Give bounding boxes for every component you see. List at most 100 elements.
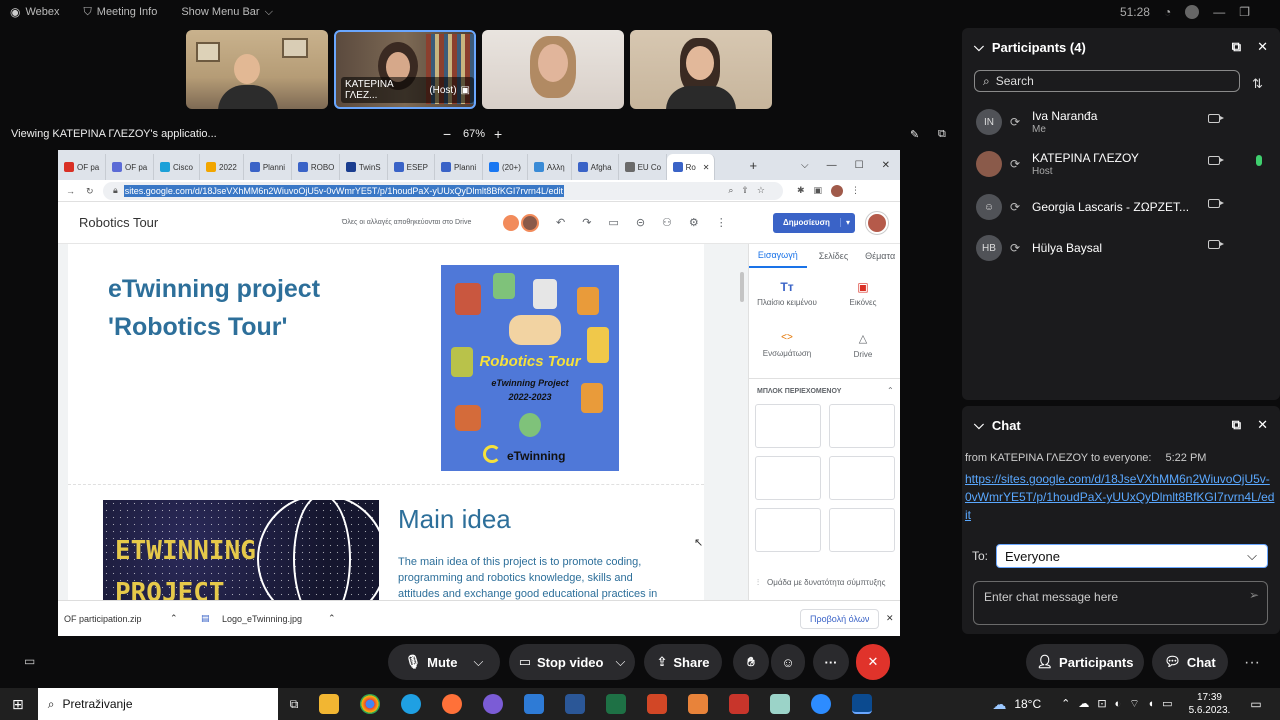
chevron-down-icon[interactable]: ⌵ [974, 39, 984, 55]
taskbar-search-input[interactable]: ⌕ Pretraživanje [37, 688, 278, 720]
camera-icon[interactable] [1208, 156, 1224, 165]
zoom-in-button[interactable]: + [494, 126, 502, 142]
browser-tab[interactable]: ROBO [292, 154, 340, 180]
chevron-down-icon[interactable]: ⌵ [801, 160, 809, 171]
browser-tab[interactable]: Cisco [154, 154, 201, 180]
chat-message-link[interactable]: https://sites.google.com/d/18JseVXhMM6n2… [965, 470, 1275, 524]
video-thumbnail-3[interactable] [482, 30, 624, 109]
toolbar-icons[interactable]: ↶↷▭⊝⚇⚙⋮ [556, 216, 744, 229]
browser-tab[interactable]: 2022 [200, 154, 244, 180]
url-field[interactable]: 🔒︎ sites.google.com/d/18JseVXhMM6n2Wiuvo… [103, 181, 783, 200]
close-icon[interactable]: ✕ [1257, 417, 1268, 433]
show-all-button[interactable]: Προβολή όλων [800, 608, 880, 629]
tab-themes[interactable]: Θέματα [860, 251, 900, 261]
tab-pages[interactable]: Σελίδες [807, 251, 861, 261]
taskbar-clock[interactable]: 17:39 5.6.2023. [1189, 691, 1231, 717]
annotate-icon[interactable]: ✎ [910, 128, 919, 141]
back-icon[interactable]: → [66, 186, 75, 196]
chevron-up-icon[interactable]: ⌃ [887, 386, 894, 395]
content-block-6[interactable] [829, 508, 895, 552]
task-view-icon[interactable]: ⧉ [290, 697, 299, 712]
edge-icon[interactable] [401, 694, 422, 714]
video-thumbnail-host[interactable]: ΚΑΤΕΡΙΝΑ ΓΛΕΖ... (Host) ▣ [334, 30, 476, 109]
text-box-button[interactable]: Tт Πλαίσιο κειμένου [749, 280, 825, 307]
chrome-icon[interactable] [360, 694, 381, 714]
browser-tab[interactable]: Αλλη [528, 154, 572, 180]
drive-button[interactable]: △ Drive [825, 332, 900, 359]
images-button[interactable]: ▣ Εικόνες [825, 280, 900, 307]
zoom-out-button[interactable]: − [443, 126, 451, 142]
url-actions-icons[interactable]: ⌕⇪☆ [728, 185, 773, 196]
participants-toggle-button[interactable]: 👤︎ Participants [1026, 644, 1144, 680]
browser-tab[interactable]: OF pa [106, 154, 154, 180]
windows-start-icon[interactable]: ⊞ [12, 696, 24, 713]
profile-avatar[interactable] [831, 184, 844, 197]
send-icon[interactable]: ➢ [1249, 588, 1259, 602]
tab-insert[interactable]: Εισαγωγή [749, 244, 807, 268]
word-icon[interactable] [565, 694, 586, 714]
close-icon[interactable]: ✕ [1257, 39, 1268, 55]
firefox-icon[interactable] [442, 694, 463, 714]
pdf-icon[interactable] [729, 694, 750, 714]
popout-icon[interactable]: ⧉ [938, 128, 946, 141]
page-heading[interactable]: eTwinning project 'Robotics Tour' [108, 270, 320, 346]
app-icon[interactable] [688, 694, 709, 714]
browser-tab[interactable]: Planni [244, 154, 292, 180]
browser-tab[interactable]: ESEP [388, 154, 435, 180]
leave-meeting-button[interactable]: ✕ [856, 644, 890, 680]
system-tray-icons[interactable]: ⌃☁⊡◐⌔◖▭ [1061, 697, 1180, 711]
account-avatar[interactable] [866, 211, 888, 234]
content-block-3[interactable] [755, 456, 821, 500]
browser-tab[interactable]: OF pa [58, 154, 106, 180]
site-page[interactable]: eTwinning project 'Robotics Tour' Roboti… [68, 244, 704, 600]
browser-tab[interactable]: Afgha [572, 154, 619, 180]
browser-tab[interactable]: (20+) [483, 154, 528, 180]
app-icon[interactable] [483, 694, 504, 714]
participant-row[interactable]: HB ⟳ Hülya Baysal [976, 230, 1272, 266]
camera-icon[interactable] [1208, 240, 1224, 249]
minimize-icon[interactable]: — [827, 160, 837, 171]
video-thumbnail-1[interactable] [186, 30, 328, 109]
scrollbar-thumb[interactable] [740, 272, 744, 302]
chevron-up-icon[interactable]: ⌃ [328, 613, 336, 624]
video-thumbnail-4[interactable] [630, 30, 772, 109]
reactions-button[interactable]: ☺ [771, 644, 805, 680]
show-menu-bar-button[interactable]: Show Menu Bar ⌵ [181, 6, 273, 19]
webex-icon[interactable] [852, 694, 873, 714]
content-block-2[interactable] [829, 404, 895, 448]
extensions-icons[interactable]: ✱▣ [797, 185, 831, 196]
main-idea-heading[interactable]: Main idea [398, 504, 511, 535]
browser-tab[interactable]: EU Co [619, 154, 667, 180]
browser-tab[interactable]: Planni [435, 154, 483, 180]
content-block-1[interactable] [755, 404, 821, 448]
popout-icon[interactable]: ⧉ [1232, 39, 1241, 55]
notifications-icon[interactable]: ▭ [1250, 697, 1261, 711]
sort-icon[interactable]: ⇅ [1252, 76, 1263, 92]
participant-row[interactable]: IN ⟳ Iva Naranđa Me [976, 104, 1272, 140]
participant-row[interactable]: ☺ ⟳ Georgia Lascaris - ΖΩΡΖΕΤ... [976, 189, 1272, 225]
main-idea-text[interactable]: The main idea of this project is to prom… [398, 554, 660, 600]
publish-button[interactable]: Δημοσίευση ▾ [773, 212, 855, 233]
restore-icon[interactable]: ❐ [1239, 5, 1250, 19]
camera-icon[interactable] [1208, 114, 1224, 123]
new-tab-icon[interactable]: + [749, 158, 757, 173]
raise-hand-button[interactable]: ✋︎ [733, 644, 769, 680]
minimize-icon[interactable]: — [1213, 5, 1225, 19]
chevron-down-icon[interactable]: ⌵ [974, 417, 984, 433]
popout-icon[interactable]: ⧉ [1232, 417, 1241, 433]
download-item-2[interactable]: Logo_eTwinning.jpg [222, 614, 302, 624]
participant-row[interactable]: ⟳ ΚΑΤΕΡΙΝΑ ΓΛΕΖΟΥ Host [976, 146, 1272, 182]
browser-tab[interactable]: Ro ✕ [666, 154, 715, 180]
maximize-icon[interactable]: ☐ [855, 160, 864, 171]
more-options-button[interactable]: ··· [813, 644, 849, 680]
participants-search-input[interactable]: ⌕ Search [974, 70, 1240, 92]
meeting-info-button[interactable]: ⛉ Meeting Info [84, 6, 158, 19]
chat-toggle-button[interactable]: 💬︎ Chat [1152, 644, 1228, 680]
more-icon[interactable]: ··· [1244, 654, 1260, 672]
robotics-poster-image[interactable]: Robotics Tour eTwinning Project 2022-202… [441, 265, 619, 471]
camera-icon[interactable] [1208, 199, 1224, 208]
powerpoint-icon[interactable] [647, 694, 668, 714]
chevron-up-icon[interactable]: ⌃ [170, 613, 178, 624]
etwinning-project-image[interactable]: ETWINNING PROJECT [103, 500, 379, 600]
close-icon[interactable]: ✕ [882, 160, 890, 171]
